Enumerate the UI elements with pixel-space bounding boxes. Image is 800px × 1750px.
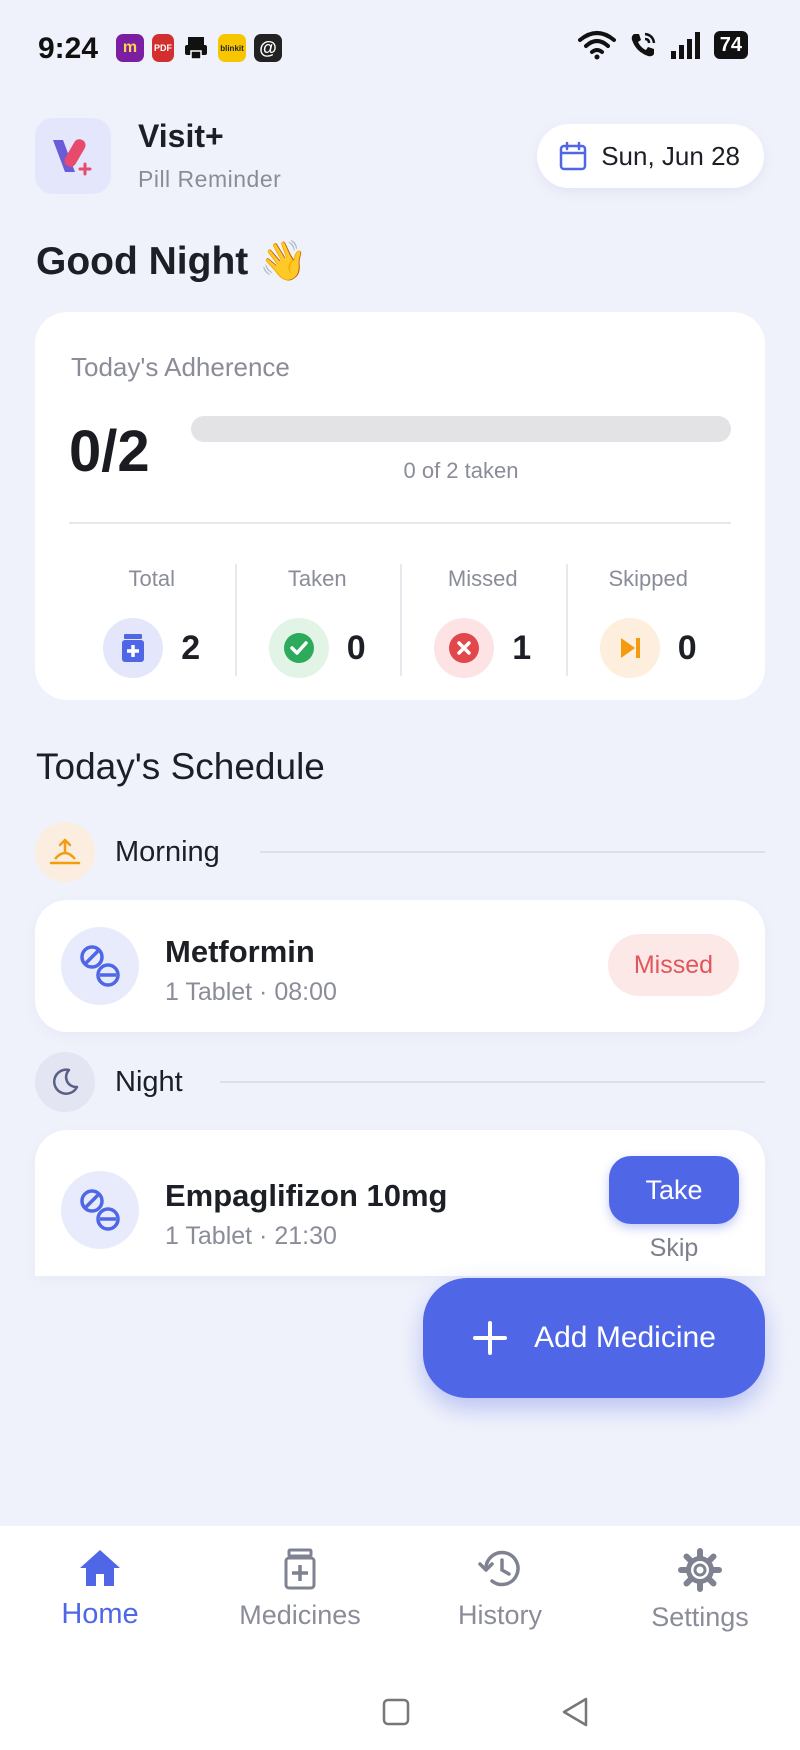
nav-home[interactable]: Home: [0, 1548, 200, 1668]
stat-label: Taken: [287, 566, 347, 591]
app-logo: [35, 118, 111, 194]
stat-skipped: Skipped 0: [565, 552, 732, 678]
add-medicine-button[interactable]: Add Medicine: [423, 1278, 765, 1398]
stat-label: Missed: [447, 566, 518, 591]
stat-value: 2: [181, 628, 201, 667]
nav-label: Settings: [651, 1602, 749, 1632]
x-icon: [434, 618, 495, 678]
plus-icon: [473, 1321, 508, 1355]
call-icon: [631, 32, 655, 57]
medicine-card-metformin[interactable]: Metformin 1 Tablet · 08:00 Missed: [35, 900, 765, 1032]
calendar-icon: [559, 141, 587, 171]
gear-icon: [678, 1548, 722, 1592]
stat-missed: Missed 1: [400, 552, 566, 678]
nav-label: Medicines: [239, 1600, 361, 1630]
back-icon[interactable]: [560, 1696, 590, 1728]
adherence-progress-text: 0 of 2 taken: [403, 458, 519, 483]
bottom-nav: Home Medicines History Settings: [0, 1526, 800, 1750]
status-time: 9:24: [38, 32, 99, 65]
period-night: Night: [35, 1052, 183, 1112]
adherence-stats: Total 2 Taken 0 Missed 1 Skipped 0: [69, 552, 732, 678]
home-icon: [80, 1550, 120, 1586]
pdf-app-icon: PDF: [152, 34, 174, 62]
nav-history[interactable]: History: [400, 1548, 600, 1668]
nav-medicines[interactable]: Medicines: [200, 1548, 400, 1668]
stat-value: 1: [512, 628, 532, 667]
skip-icon: [599, 618, 660, 678]
pill-icon: [61, 1171, 139, 1249]
schedule-title: Today's Schedule: [36, 746, 325, 787]
stat-label: Skipped: [608, 566, 688, 591]
status-badge: Missed: [607, 934, 739, 996]
status-bar: 9:24 m PDF blinkit @ 74: [0, 0, 800, 100]
threads-app-icon: @: [254, 34, 282, 62]
wifi-icon: [577, 31, 616, 60]
check-icon: [268, 618, 329, 678]
adherence-count: 0/2: [69, 419, 150, 484]
medicine-card-empaglifizon[interactable]: Empaglifizon 10mg 1 Tablet · 21:30 Take …: [35, 1130, 765, 1276]
nav-settings[interactable]: Settings: [600, 1548, 800, 1668]
period-label: Morning: [115, 835, 220, 868]
printer-app-icon: [182, 34, 210, 62]
history-icon: [478, 1550, 520, 1587]
adherence-progress-bar: [191, 416, 731, 442]
medicine-detail: 1 Tablet · 08:00: [165, 978, 337, 1006]
stat-value: 0: [677, 628, 697, 667]
app-title: Visit+: [138, 118, 224, 154]
recent-apps-icon[interactable]: [382, 1698, 410, 1726]
stat-label: Total: [128, 566, 175, 591]
blinkit-app-icon: blinkit: [218, 34, 246, 62]
skip-button[interactable]: Skip: [609, 1234, 739, 1263]
stat-total: Total 2: [69, 552, 235, 678]
medicine-bottle-icon: [284, 1548, 316, 1590]
pill-icon: [61, 927, 139, 1005]
system-icons: 74: [577, 30, 748, 60]
medicine-detail: 1 Tablet · 21:30: [165, 1222, 337, 1250]
nav-label: Home: [61, 1598, 139, 1630]
medicine-bottle-icon: [103, 618, 164, 678]
battery-indicator: 74: [713, 31, 748, 59]
greeting-heading: Good Night 👋: [36, 240, 308, 283]
date-label: Sun, Jun 28: [601, 140, 740, 171]
signal-icon: [670, 32, 700, 59]
nav-label: History: [457, 1600, 542, 1630]
period-divider: [260, 851, 765, 853]
system-navigation: [0, 1694, 800, 1734]
app-subtitle: Pill Reminder: [138, 166, 282, 192]
adherence-label: Today's Adherence: [71, 352, 290, 382]
stat-taken: Taken 0: [234, 552, 401, 678]
notification-icons: m PDF blinkit @: [116, 34, 282, 62]
moon-icon: [35, 1052, 95, 1112]
sunrise-icon: [35, 822, 95, 882]
date-selector[interactable]: Sun, Jun 28: [537, 124, 764, 188]
adherence-card: Today's Adherence 0/2 0 of 2 taken Total…: [35, 312, 765, 700]
stat-value: 0: [346, 628, 366, 667]
medicine-name: Empaglifizon 10mg: [165, 1178, 448, 1213]
add-medicine-label: Add Medicine: [534, 1321, 716, 1354]
period-label: Night: [115, 1065, 183, 1098]
period-divider: [220, 1081, 765, 1083]
period-morning: Morning: [35, 822, 220, 882]
divider: [69, 522, 731, 524]
magicpin-app-icon: m: [116, 34, 144, 62]
medicine-name: Metformin: [165, 934, 315, 969]
take-button[interactable]: Take: [609, 1156, 739, 1224]
